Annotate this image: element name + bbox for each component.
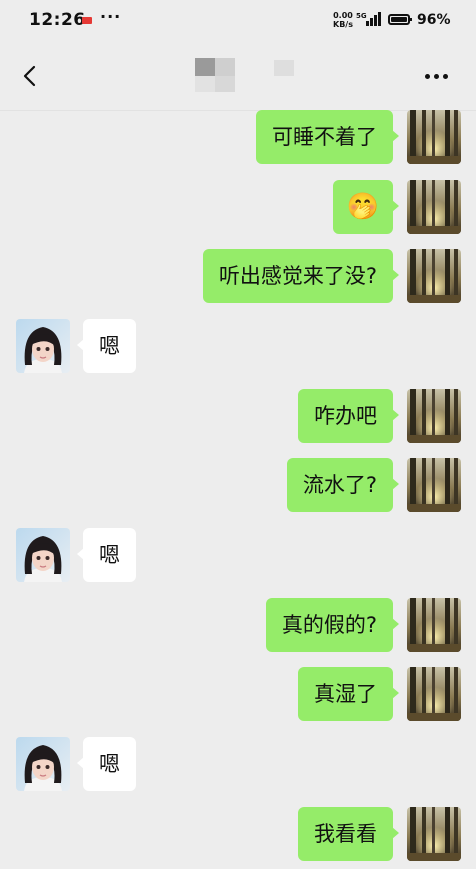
more-notifications-icon: ··· bbox=[100, 7, 122, 26]
forest-avatar-icon bbox=[407, 807, 461, 861]
my-avatar[interactable] bbox=[407, 807, 461, 861]
my-avatar[interactable] bbox=[407, 458, 461, 512]
contact-name-redacted bbox=[195, 58, 305, 94]
forest-avatar-icon bbox=[407, 598, 461, 652]
more-dots-icon[interactable] bbox=[425, 74, 452, 79]
network-speed-unit: KB/s bbox=[333, 20, 353, 29]
network-speed: 0.00 KB/s bbox=[333, 11, 353, 29]
forest-avatar-icon bbox=[407, 389, 461, 443]
message-bubble-incoming[interactable]: 嗯 bbox=[77, 737, 136, 791]
status-bar: 12:26 ··· 0.00 KB/s 5G 96% bbox=[0, 0, 476, 44]
my-avatar[interactable] bbox=[407, 667, 461, 721]
contact-avatar[interactable] bbox=[16, 737, 70, 791]
girl-avatar-icon bbox=[16, 528, 70, 582]
girl-avatar-icon bbox=[16, 319, 70, 373]
message-bubble-incoming[interactable]: 嗯 bbox=[77, 528, 136, 582]
notification-badge-icon bbox=[82, 17, 92, 24]
my-avatar[interactable] bbox=[407, 249, 461, 303]
message-bubble-outgoing[interactable]: 🤭 bbox=[332, 180, 400, 234]
message-bubble-outgoing[interactable]: 流水了? bbox=[286, 458, 400, 512]
contact-avatar[interactable] bbox=[16, 319, 70, 373]
message-bubble-outgoing[interactable]: 听出感觉来了没? bbox=[202, 249, 400, 303]
forest-avatar-icon bbox=[407, 180, 461, 234]
forest-avatar-icon bbox=[407, 110, 461, 164]
my-avatar[interactable] bbox=[407, 180, 461, 234]
message-bubble-incoming[interactable]: 嗯 bbox=[77, 319, 136, 373]
message-bubble-outgoing[interactable]: 真湿了 bbox=[298, 667, 399, 721]
status-time: 12:26 bbox=[29, 10, 86, 30]
forest-avatar-icon bbox=[407, 458, 461, 512]
battery-percent: 96% bbox=[417, 12, 451, 28]
signal-strength-icon bbox=[366, 12, 382, 26]
forest-avatar-icon bbox=[407, 249, 461, 303]
contact-avatar[interactable] bbox=[16, 528, 70, 582]
battery-icon bbox=[388, 14, 412, 25]
my-avatar[interactable] bbox=[407, 598, 461, 652]
message-bubble-outgoing[interactable]: 咋办吧 bbox=[298, 389, 399, 443]
network-speed-value: 0.00 bbox=[333, 11, 353, 20]
girl-avatar-icon bbox=[16, 737, 70, 791]
message-bubble-outgoing[interactable]: 真的假的? bbox=[265, 598, 400, 652]
message-bubble-outgoing[interactable]: 可睡不着了 bbox=[256, 110, 399, 164]
message-list[interactable]: 可睡不着了 🤭 听出感觉来了没? 嗯 咋办吧 流水了? 嗯 真的假的? 真湿了 … bbox=[0, 110, 476, 869]
chat-header bbox=[0, 44, 476, 111]
message-bubble-outgoing[interactable]: 我看看 bbox=[298, 807, 399, 861]
chevron-left-icon[interactable] bbox=[20, 65, 42, 87]
my-avatar[interactable] bbox=[407, 110, 461, 164]
my-avatar[interactable] bbox=[407, 389, 461, 443]
forest-avatar-icon bbox=[407, 667, 461, 721]
